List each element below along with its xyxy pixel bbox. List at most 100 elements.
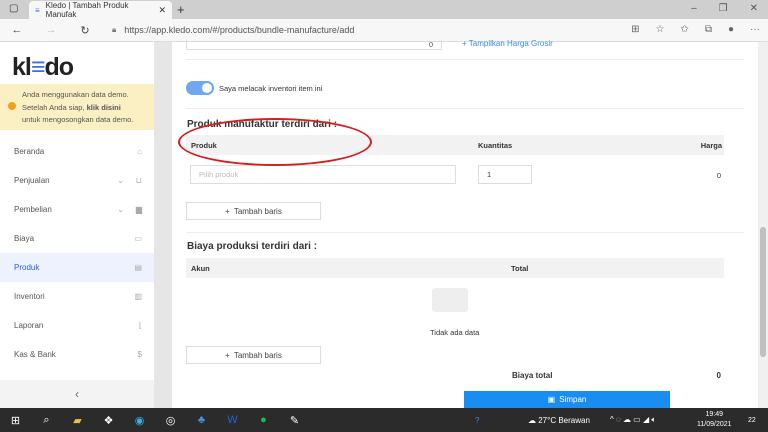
annotation-circle <box>178 118 372 166</box>
time: 19:49 <box>705 411 724 418</box>
price-input[interactable]: 0 <box>186 40 442 50</box>
collapse-sidebar-button[interactable]: ‹ <box>0 380 154 408</box>
scrollbar-thumb[interactable] <box>760 227 766 357</box>
refresh-icon[interactable]: ↻ <box>74 24 96 37</box>
save-button[interactable]: ▣ Simpan <box>464 391 670 408</box>
lock-icon: 🔒︎ <box>112 25 117 34</box>
value: 1 <box>487 170 492 179</box>
total-value: 0 <box>716 371 721 380</box>
weather-text: 27°C Berawan <box>538 415 590 425</box>
save-icon: ▣ <box>547 395 556 404</box>
label: Tambah baris <box>233 350 282 360</box>
chevron-down-icon: ⌄ <box>117 176 124 185</box>
new-tab-button[interactable]: + <box>177 2 185 17</box>
add-product-row-button[interactable]: + Tambah baris <box>186 202 321 220</box>
browser-tab-bar: ▢ ≡ Kledo | Tambah Produk Manufak ✕ + – ❐… <box>0 0 768 19</box>
favorites-icon[interactable]: ✩ <box>680 24 688 35</box>
word-icon[interactable]: W <box>217 414 248 426</box>
track-inventory-toggle[interactable] <box>186 81 214 95</box>
sidebar-item-kas-bank[interactable]: Kas & Bank $ <box>0 340 154 369</box>
col-kuantitas: Kuantitas <box>478 140 513 150</box>
label: Biaya <box>14 234 35 243</box>
minimize-icon[interactable]: – <box>691 3 697 14</box>
maximize-icon[interactable]: ❐ <box>719 3 728 14</box>
clock[interactable]: 19:49 11/09/2021 <box>697 410 732 430</box>
label: Pembelian <box>14 205 52 214</box>
url-input[interactable]: https://app.kledo.com/#/products/bundle-… <box>124 25 354 35</box>
kledo-logo[interactable]: kl≡do <box>12 53 74 82</box>
label: Laporan <box>14 321 44 330</box>
box-icon: ▤ <box>134 263 142 272</box>
chevron-down-icon: ⌄ <box>117 205 124 214</box>
file-explorer-icon[interactable]: ▰ <box>62 414 93 427</box>
demo-text: untuk mengosongkan data demo. <box>22 115 134 124</box>
total-label: Biaya total <box>512 371 553 380</box>
sidebar-item-laporan[interactable]: Laporan ⌊ <box>0 311 154 340</box>
browser-tab[interactable]: ≡ Kledo | Tambah Produk Manufak ✕ <box>29 1 172 19</box>
app-icon[interactable]: ✎ <box>279 414 310 427</box>
main-content: 0 + Tampilkan Harga Grosir Saya melacak … <box>172 39 758 408</box>
dropbox-icon[interactable]: ❖ <box>93 414 124 427</box>
sidebar-item-beranda[interactable]: Beranda ⌂ <box>0 137 154 166</box>
tray-icons[interactable]: ^ ◌ ☁ ▭ ◢ 🔈︎ <box>610 415 656 425</box>
label: Kas & Bank <box>14 350 56 359</box>
col-akun: Akun <box>191 263 210 273</box>
sidebar-item-biaya[interactable]: Biaya ▭ <box>0 224 154 253</box>
spotify-icon[interactable]: ● <box>248 414 279 426</box>
windows-start-icon[interactable]: ⊞ <box>0 414 31 427</box>
col-harga: Harga <box>700 140 722 150</box>
show-wholesale-link[interactable]: + Tampilkan Harga Grosir <box>462 39 553 48</box>
cost-title: Biaya produksi terdiri dari : <box>187 241 318 252</box>
row-price: 0 <box>716 171 721 180</box>
edge-icon[interactable]: ◉ <box>124 414 155 427</box>
notifications-icon[interactable]: 22 <box>748 417 756 424</box>
tab-title: Kledo | Tambah Produk Manufak <box>45 1 129 19</box>
sidebar-item-pembelian[interactable]: Pembelian ⌄ ▆ <box>0 195 154 224</box>
demo-text: Setelah Anda siap, <box>22 102 87 112</box>
sidebar-item-inventori[interactable]: Inventori ▥ <box>0 282 154 311</box>
app-icon[interactable]: ♣ <box>186 414 217 426</box>
collections-icon[interactable]: ⧉ <box>705 24 712 35</box>
label: Inventori <box>14 292 45 301</box>
label: Penjualan <box>14 176 50 185</box>
close-tab-icon[interactable]: ✕ <box>158 5 166 16</box>
product-select[interactable]: Pilih produk <box>190 165 456 184</box>
weather[interactable]: ☁ 27°C Berawan <box>528 416 590 425</box>
app-icon[interactable]: ◎ <box>155 414 186 427</box>
tab-actions-icon[interactable]: ▢ <box>9 3 18 14</box>
track-inventory-label: Saya melacak inventori item ini <box>219 84 323 93</box>
kledo-favicon: ≡ <box>35 5 40 15</box>
close-window-icon[interactable]: ✕ <box>750 3 758 14</box>
warehouse-icon: ▥ <box>134 292 142 301</box>
add-cost-row-button[interactable]: + Tambah baris <box>186 346 321 364</box>
add-favorite-icon[interactable]: ☆ <box>655 24 664 35</box>
sidebar-item-penjualan[interactable]: Penjualan ⌄ ⊔ <box>0 166 154 195</box>
apps-icon[interactable]: ⊞ <box>631 24 639 35</box>
empty-inbox-icon <box>432 288 468 312</box>
clear-demo-link[interactable]: klik disini <box>87 103 121 112</box>
more-icon[interactable]: ··· <box>750 24 760 35</box>
scrollbar[interactable] <box>758 42 768 408</box>
quantity-input[interactable]: 1 <box>478 165 532 184</box>
forward-icon[interactable]: → <box>40 24 62 36</box>
col-total: Total <box>511 263 529 273</box>
demo-text: Anda menggunakan data demo. <box>22 90 129 99</box>
search-icon[interactable]: ⌕ <box>31 414 62 427</box>
sidebar-item-produk[interactable]: Produk ▤ <box>0 253 154 282</box>
sidebar: kl≡do Anda menggunakan data demo. Setela… <box>0 42 154 408</box>
back-icon[interactable]: ← <box>6 24 28 36</box>
home-icon: ⌂ <box>137 147 142 156</box>
warning-icon <box>8 102 16 110</box>
help-icon[interactable]: ? <box>475 416 479 425</box>
date: 11/09/2021 <box>697 421 732 428</box>
profile-icon[interactable]: ● <box>728 24 734 35</box>
taskbar: ⊞ ⌕ ▰ ❖ ◉ ◎ ♣ W ● ✎ ? ☁ 27°C Berawan ^ ◌… <box>0 408 768 432</box>
address-bar: ← → ↻ 🔒︎ https://app.kledo.com/#/product… <box>0 19 768 42</box>
plus-icon: + <box>225 206 230 216</box>
demo-notice: Anda menggunakan data demo. Setelah Anda… <box>0 84 154 130</box>
gutter <box>154 42 172 408</box>
label: Tambah baris <box>233 206 282 216</box>
plus-icon: + <box>225 350 230 360</box>
dollar-icon: $ <box>137 350 142 359</box>
label: Simpan <box>559 395 587 404</box>
